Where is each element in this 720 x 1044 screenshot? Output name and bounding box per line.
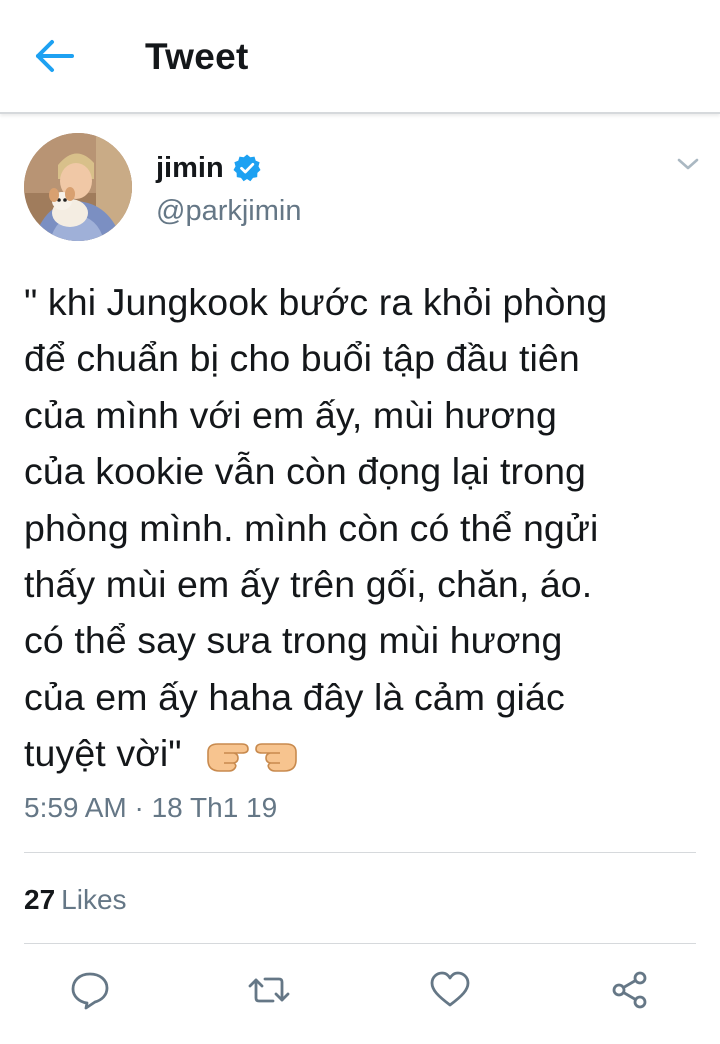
tweet-text-line: " khi Jungkook bước ra khỏi phòng	[24, 281, 608, 323]
tweet-text-line: của kookie vẫn còn đọng lại trong	[24, 450, 587, 493]
page-title: Tweet	[145, 36, 249, 77]
tweet-text-line: của em ấy haha đây là cảm giác	[24, 675, 565, 718]
divider	[24, 852, 696, 853]
likes-label: Likes	[61, 884, 127, 915]
likes-count: 27	[24, 884, 56, 915]
tweet-text-line: tuyệt vời"	[24, 732, 182, 775]
avatar[interactable]	[24, 133, 132, 241]
arrow-left-icon[interactable]	[32, 34, 80, 78]
tweet-text-line-last: tuyệt vời"	[24, 725, 714, 791]
tweet-text: " khi Jungkook bước ra khỏi phòng để chu…	[24, 274, 714, 792]
top-app-bar: Tweet	[0, 0, 720, 114]
divider	[24, 943, 696, 944]
tweet-text-line: có thể say sưa trong mùi hương	[24, 619, 563, 662]
author-display-name[interactable]: jimin	[156, 152, 224, 185]
like-icon[interactable]	[428, 968, 472, 1012]
pointing-hands-emoji	[204, 732, 300, 791]
tweet-text-line: để chuẩn bị cho buổi tập đầu tiên	[24, 337, 580, 380]
tweet-text-line: của mình với em ấy, mùi hương	[24, 393, 557, 436]
tweet-text-line: thấy mùi em ấy trên gối, chăn, áo.	[24, 563, 593, 606]
retweet-icon[interactable]	[247, 968, 291, 1012]
share-icon[interactable]	[608, 968, 652, 1012]
chevron-down-icon[interactable]	[674, 152, 702, 176]
tweet-timestamp[interactable]: 5:59 AM · 18 Th1 19	[24, 792, 277, 824]
likes-stat[interactable]: 27 Likes	[24, 884, 127, 916]
reply-icon[interactable]	[68, 968, 112, 1012]
verified-badge-icon	[232, 153, 262, 183]
tweet-text-line: phòng mình. mình còn có thể ngửi	[24, 506, 599, 549]
author-handle[interactable]: @parkjimin	[156, 195, 301, 228]
